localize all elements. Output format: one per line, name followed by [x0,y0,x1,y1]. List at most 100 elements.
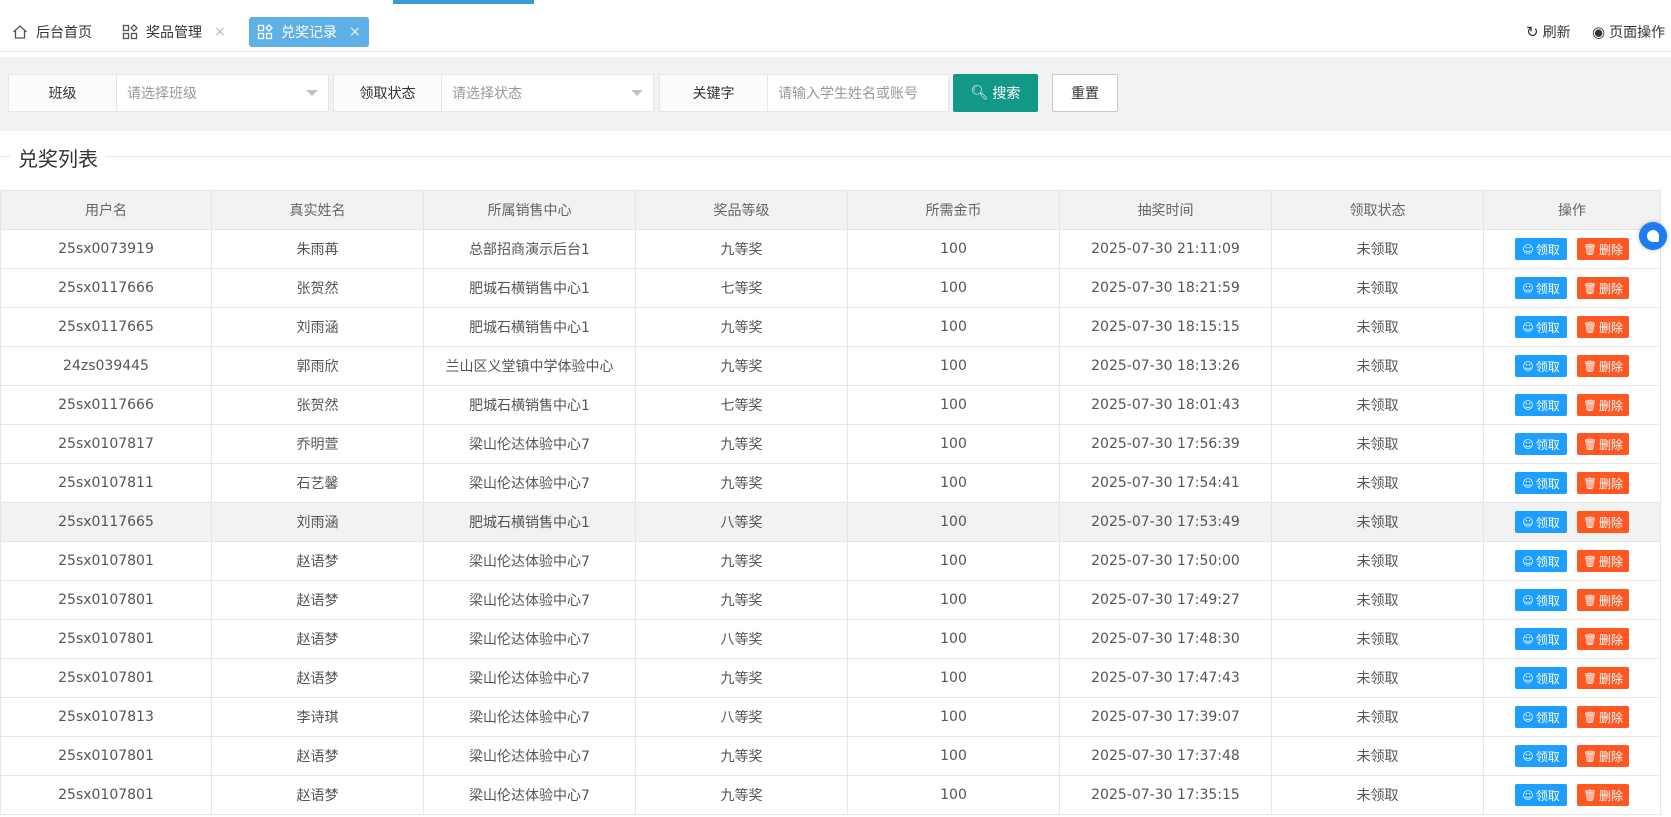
table-row[interactable]: 25sx0107801 赵语梦 梁山伦达体验中心7 九等奖 100 2025-07-30 … [0,541,1661,581]
table-row[interactable]: 25sx0107813 李诗琪 梁山伦达体验中心7 八等奖 100 2025-07-30 … [0,697,1661,737]
chat-float-button[interactable] [1639,222,1667,250]
claim-button[interactable]: ☺ 领取 [1515,355,1567,377]
delete-button-label: 删除 [1598,632,1623,647]
claim-button[interactable]: ☺ 领取 [1515,745,1567,767]
trash-icon: 🗑︎ [1583,710,1597,724]
table-row[interactable]: 25sx0117665 刘雨涵 肥城石横销售中心1 九等奖 100 2025-07-30 … [0,307,1661,347]
delete-button[interactable]: 🗑︎ 删除 [1577,667,1629,689]
row-actions: ☺ 领取 🗑︎ 删除 [1485,589,1660,611]
cell-actions: ☺ 领取 🗑︎ 删除 [1483,307,1661,347]
reset-button[interactable]: 重置 [1052,74,1118,112]
keyword-filter: 关键字 请输入学生姓名或账号 [659,74,949,112]
claim-button[interactable]: ☺ 领取 [1515,667,1567,689]
refresh-button[interactable]: ↻ 刷新 [1526,17,1571,47]
redeem-table: 用户名 真实姓名 所属销售中心 奖品等级 所需金币 抽奖时间 领取状态 操作 25sx0073… [0,190,1661,815]
cell-claim-status: 未领取 [1271,736,1484,776]
table-row[interactable]: 25sx0073919 朱雨苒 总部招商演示后台1 九等奖 100 2025-07-30 … [0,229,1661,269]
trash-icon: 🗑︎ [1583,671,1597,685]
table-row[interactable]: 25sx0107801 赵语梦 梁山伦达体验中心7 九等奖 100 2025-07-30 … [0,775,1661,815]
delete-button[interactable]: 🗑︎ 删除 [1577,784,1629,806]
claim-button[interactable]: ☺ 领取 [1515,784,1567,806]
delete-button[interactable]: 🗑︎ 删除 [1577,745,1629,767]
claim-button[interactable]: ☺ 领取 [1515,394,1567,416]
delete-button[interactable]: 🗑︎ 删除 [1577,277,1629,299]
table-row[interactable]: 25sx0107801 赵语梦 梁山伦达体验中心7 八等奖 100 2025-07-30 … [0,619,1661,659]
delete-button[interactable]: 🗑︎ 删除 [1577,589,1629,611]
delete-button-label: 删除 [1598,749,1623,764]
column-header: 用户名 [0,190,212,230]
cell-draw-time: 2025-07-30 17:50:00 [1059,541,1272,581]
claim-button[interactable]: ☺ 领取 [1515,472,1567,494]
delete-button-label: 删除 [1598,515,1623,530]
cell-draw-time: 2025-07-30 17:39:07 [1059,697,1272,737]
cell-prize-level: 八等奖 [635,697,848,737]
delete-button[interactable]: 🗑︎ 删除 [1577,355,1629,377]
table-row[interactable]: 25sx0107811 石艺馨 梁山伦达体验中心7 九等奖 100 2025-07-30 … [0,463,1661,503]
cell-claim-status: 未领取 [1271,424,1484,464]
chat-icon [1647,230,1659,242]
table-row[interactable]: 25sx0117665 刘雨涵 肥城石横销售中心1 八等奖 100 2025-07-30 … [0,502,1661,542]
delete-button[interactable]: 🗑︎ 删除 [1577,316,1629,338]
claim-button[interactable]: ☺ 领取 [1515,550,1567,572]
table-row[interactable]: 25sx0107801 赵语梦 梁山伦达体验中心7 九等奖 100 2025-07-30 … [0,658,1661,698]
cell-actions: ☺ 领取 🗑︎ 删除 [1483,463,1661,503]
delete-button[interactable]: 🗑︎ 删除 [1577,472,1629,494]
claim-button-label: 领取 [1535,437,1560,452]
cell-prize-level: 九等奖 [635,424,848,464]
delete-button[interactable]: 🗑︎ 删除 [1577,550,1629,572]
delete-button-label: 删除 [1598,320,1623,335]
delete-button[interactable]: 🗑︎ 删除 [1577,433,1629,455]
cell-draw-time: 2025-07-30 18:21:59 [1059,268,1272,308]
claim-button[interactable]: ☺ 领取 [1515,277,1567,299]
claim-button[interactable]: ☺ 领取 [1515,238,1567,260]
cell-real-name: 郭雨欣 [211,346,424,386]
cell-actions: ☺ 领取 🗑︎ 删除 [1483,502,1661,542]
cell-coins: 100 [847,268,1060,308]
table-row[interactable]: 25sx0117666 张贺然 肥城石横销售中心1 七等奖 100 2025-07-30 … [0,385,1661,425]
table-row[interactable]: 25sx0107817 乔明萱 梁山伦达体验中心7 九等奖 100 2025-07-30 … [0,424,1661,464]
cell-prize-level: 九等奖 [635,346,848,386]
reset-button-label: 重置 [1071,86,1099,102]
row-actions: ☺ 领取 🗑︎ 删除 [1485,355,1660,377]
delete-button[interactable]: 🗑︎ 删除 [1577,706,1629,728]
class-select[interactable]: 请选择班级 [117,75,328,111]
delete-button[interactable]: 🗑︎ 删除 [1577,238,1629,260]
table-row[interactable]: 24zs039445 郭雨欣 兰山区义堂镇中学体验中心 九等奖 100 2025-07-3… [0,346,1661,386]
status-select[interactable]: 请选择状态 [442,75,653,111]
keyword-input[interactable]: 请输入学生姓名或账号 [768,75,948,111]
chevron-down-icon [631,90,643,96]
tab-prize-management[interactable]: 奖品管理 × [114,17,234,47]
table-row[interactable]: 25sx0107801 赵语梦 梁山伦达体验中心7 九等奖 100 2025-07-30 … [0,736,1661,776]
tab-redeem-records[interactable]: 兑奖记录 × [249,17,369,47]
search-icon: 🔍︎ [970,85,989,101]
tab-prize-management-label: 奖品管理 [146,25,202,41]
table-row[interactable]: 25sx0107801 赵语梦 梁山伦达体验中心7 九等奖 100 2025-07-30 … [0,580,1661,620]
claim-button[interactable]: ☺ 领取 [1515,706,1567,728]
filter-bar: 班级 请选择班级 领取状态 请选择状态 关键字 请输入学生姓名或账号 🔍︎ 搜索… [0,57,1671,131]
claim-button[interactable]: ☺ 领取 [1515,628,1567,650]
delete-button[interactable]: 🗑︎ 删除 [1577,511,1629,533]
tab-close-icon[interactable]: × [214,24,226,40]
search-button[interactable]: 🔍︎ 搜索 [953,74,1038,112]
cell-real-name: 朱雨苒 [211,229,424,269]
row-actions: ☺ 领取 🗑︎ 删除 [1485,667,1660,689]
claim-button-label: 领取 [1535,593,1560,608]
cell-draw-time: 2025-07-30 18:01:43 [1059,385,1272,425]
delete-button[interactable]: 🗑︎ 删除 [1577,628,1629,650]
tab-close-icon[interactable]: × [349,24,361,40]
trash-icon: 🗑︎ [1583,281,1597,295]
delete-button[interactable]: 🗑︎ 删除 [1577,394,1629,416]
smile-icon: ☺ [1522,593,1534,607]
delete-button-label: 删除 [1598,788,1623,803]
cell-username: 25sx0107811 [0,463,212,503]
cell-sales-center: 肥城石横销售中心1 [423,268,636,308]
tab-home[interactable]: 后台首页 [4,17,100,47]
claim-button[interactable]: ☺ 领取 [1515,511,1567,533]
claim-button[interactable]: ☺ 领取 [1515,316,1567,338]
column-header: 操作 [1483,190,1661,230]
claim-button[interactable]: ☺ 领取 [1515,589,1567,611]
claim-button[interactable]: ☺ 领取 [1515,433,1567,455]
page-operations-button[interactable]: ◉ 页面操作 [1592,17,1665,47]
claim-button-label: 领取 [1535,671,1560,686]
table-row[interactable]: 25sx0117666 张贺然 肥城石横销售中心1 七等奖 100 2025-07-30 … [0,268,1661,308]
